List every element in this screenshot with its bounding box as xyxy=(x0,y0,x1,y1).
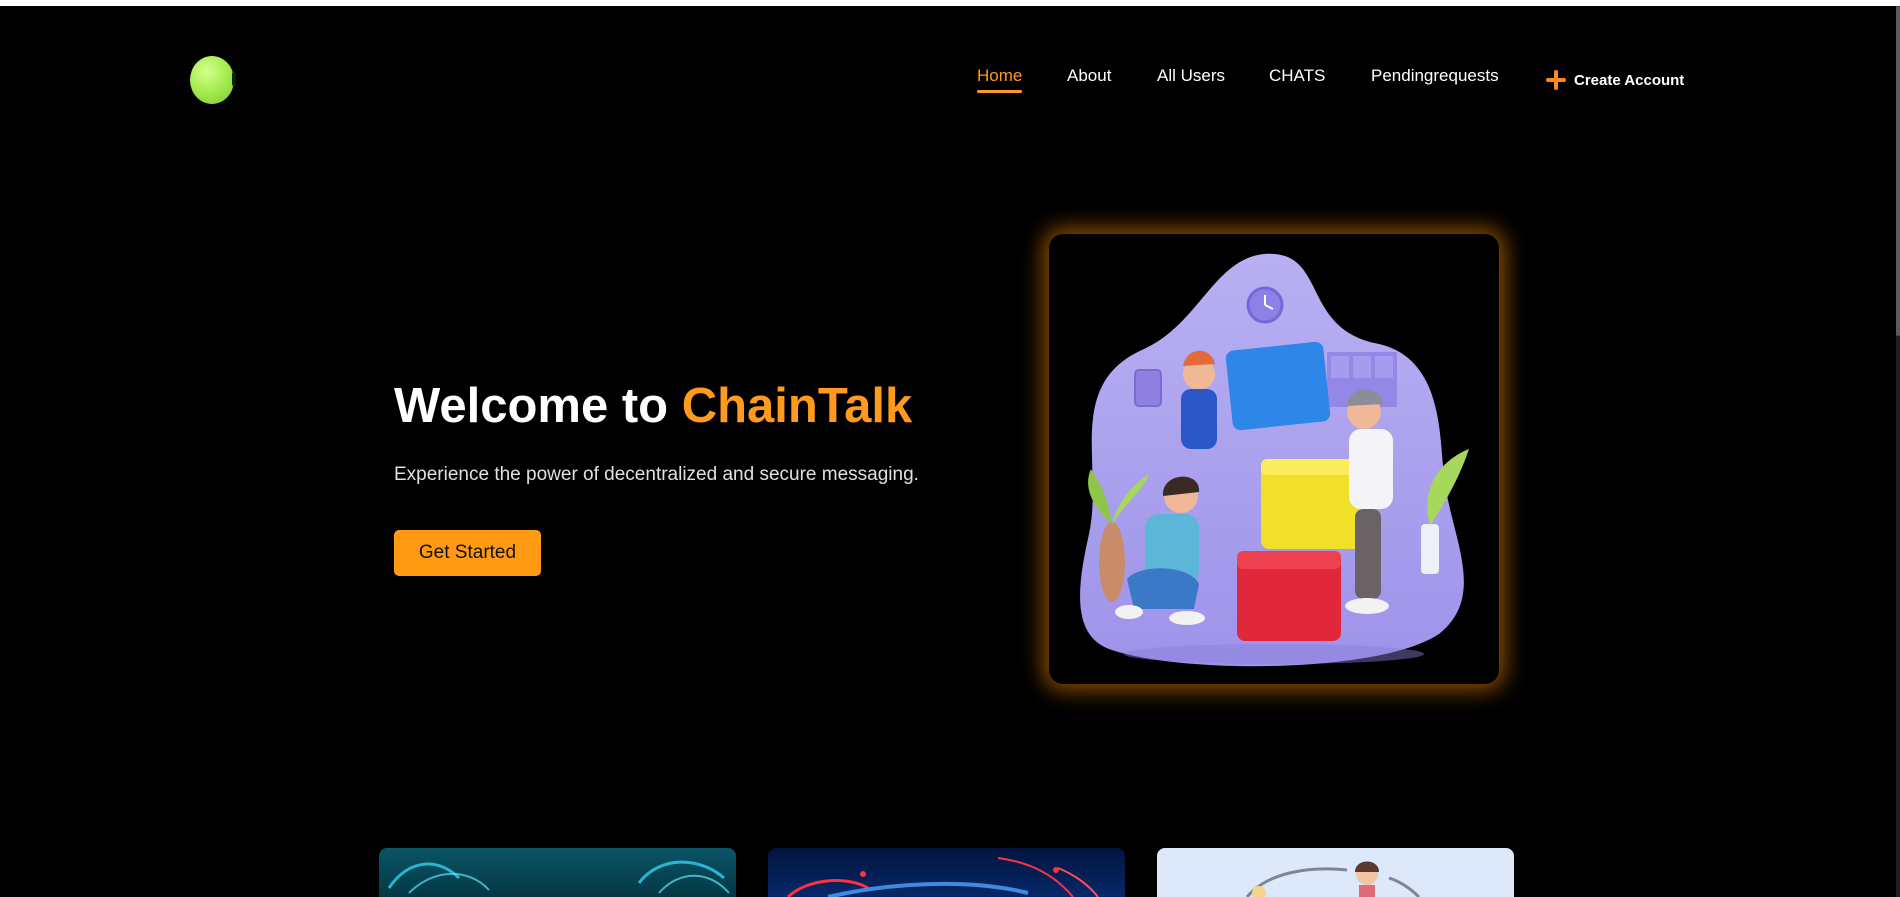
page: Home About All Users CHATS Pendingreques… xyxy=(0,0,1900,897)
hero-subtitle: Experience the power of decentralized an… xyxy=(394,464,919,485)
get-started-button[interactable]: Get Started xyxy=(394,530,541,576)
hero-title-brand: ChainTalk xyxy=(681,379,913,433)
blockchain-links-image xyxy=(387,860,730,894)
kids-building-blocks-illustration xyxy=(1080,253,1469,667)
feature-card-blockchain[interactable] xyxy=(379,848,736,897)
nav-item-about[interactable]: About xyxy=(1067,66,1111,86)
hero-title-prefix: Welcome to xyxy=(394,379,682,433)
hero-illustration xyxy=(1049,234,1499,684)
hero-title: Welcome to ChainTalk xyxy=(394,378,912,434)
scrollbar-thumb[interactable] xyxy=(1896,6,1900,336)
nav-item-pending-requests[interactable]: Pendingrequests xyxy=(1371,66,1499,86)
create-account-button[interactable]: Create Account xyxy=(1546,68,1684,92)
network-lines-image xyxy=(786,857,1099,897)
feature-card-people[interactable] xyxy=(1157,848,1514,897)
nav-item-chats[interactable]: CHATS xyxy=(1269,66,1325,86)
scrollbar[interactable] xyxy=(1896,6,1900,897)
nav-item-home[interactable]: Home xyxy=(977,66,1023,93)
feature-card-network[interactable] xyxy=(768,848,1125,897)
plus-icon xyxy=(1546,70,1566,90)
nav-item-all-users[interactable]: All Users xyxy=(1157,66,1225,86)
window-top-strip xyxy=(0,0,1900,6)
logo[interactable] xyxy=(190,56,236,104)
create-account-label: Create Account xyxy=(1574,71,1685,89)
people-connection-image xyxy=(1245,861,1421,897)
